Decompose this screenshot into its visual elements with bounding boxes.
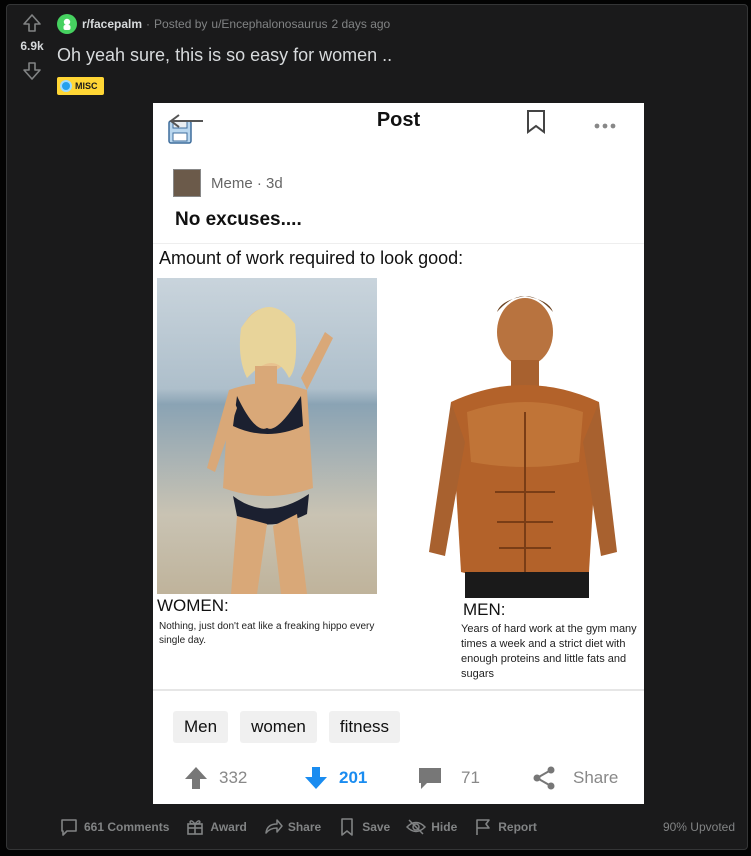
report-button[interactable]: Report (473, 817, 537, 837)
report-label: Report (498, 820, 537, 834)
flair-icon (60, 80, 72, 92)
gift-icon (187, 820, 204, 835)
save-label: Save (362, 820, 391, 834)
downvote-button[interactable] (20, 59, 44, 83)
embed-upvote: 332 (183, 765, 247, 791)
share-arrow-icon (265, 819, 283, 834)
embed-comments: 71 (417, 765, 480, 791)
embed-upvote-count: 332 (219, 768, 248, 787)
eye-slash-icon (406, 819, 427, 835)
flair-label: MISC (75, 81, 98, 91)
flag-icon (476, 819, 491, 835)
post-image[interactable]: Post Meme · 3d No excuses.... Amount of … (153, 103, 644, 804)
comments-button[interactable]: 661 Comments (59, 817, 169, 837)
meme-image: Amount of work required to look good: WO… (153, 243, 644, 691)
men-label: MEN: (463, 600, 506, 619)
post-card: 6.9k r/facepalm · Posted by u/Encephalon… (6, 4, 748, 850)
embed-author: Meme · 3d (173, 169, 283, 197)
embed-share: Share (531, 765, 618, 791)
embed-upvote-icon (185, 767, 207, 789)
downvote-arrow-icon (23, 62, 41, 80)
embed-downvote: 201 (303, 765, 367, 791)
post-action-bar: 661 Comments Award Share Save Hide Repor… (59, 813, 749, 841)
post-time: 2 days ago (331, 17, 391, 31)
flair-badge[interactable]: MISC (57, 77, 104, 95)
upvote-ratio: 90% Upvoted (662, 820, 735, 834)
vote-column: 6.9k (11, 11, 53, 83)
embed-comment-count: 71 (461, 768, 480, 787)
post-meta: r/facepalm · Posted by u/Encephalonosaur… (57, 13, 390, 35)
award-label: Award (210, 820, 247, 834)
award-button[interactable]: Award (185, 817, 247, 837)
embed-header: Post (153, 103, 644, 151)
author-link[interactable]: u/Encephalonosaurus (211, 17, 327, 31)
upvote-arrow-icon (23, 14, 41, 32)
embed-downvote-count: 201 (339, 768, 368, 787)
embed-header-title: Post (376, 109, 421, 131)
upvote-button[interactable] (20, 11, 44, 35)
embed-comment-icon (419, 768, 441, 789)
save-button[interactable]: Save (337, 817, 390, 837)
comments-label: 661 Comments (84, 820, 170, 834)
women-label: WOMEN: (157, 596, 229, 615)
bookmark-icon (341, 818, 354, 836)
embed-avatar (173, 169, 201, 197)
embed-bookmark-icon (525, 109, 547, 140)
embed-actions: 332 201 71 Share (153, 765, 644, 797)
embed-more-icon (593, 117, 617, 135)
embed-downvote-icon (305, 767, 327, 789)
vote-count: 6.9k (20, 39, 44, 53)
embed-author-line: Meme · 3d (211, 174, 283, 192)
woman-photo (157, 278, 377, 594)
subreddit-link[interactable]: r/facepalm (82, 17, 142, 31)
share-label: Share (287, 820, 322, 834)
hide-button[interactable]: Hide (406, 817, 457, 837)
hide-label: Hide (431, 820, 458, 834)
comment-icon (61, 819, 77, 836)
embed-share-label: Share (573, 768, 619, 787)
meta-separator: · (146, 17, 151, 31)
tag-men: Men (173, 711, 229, 743)
embed-share-icon (533, 766, 555, 790)
man-photo (421, 272, 621, 598)
facepalm-icon (63, 18, 71, 30)
men-caption: Years of hard work at the gym many times… (461, 623, 637, 680)
subreddit-icon[interactable] (57, 14, 77, 34)
tag-fitness: fitness (328, 711, 401, 743)
meme-heading: Amount of work required to look good: (159, 248, 464, 268)
embed-tags: Men women fitness (173, 711, 412, 743)
posted-by-label: Posted by (154, 17, 208, 31)
embed-post-title: No excuses.... (175, 209, 302, 230)
share-button[interactable]: Share (263, 817, 321, 837)
tag-women: women (240, 711, 317, 743)
women-caption: Nothing, just don't eat like a freaking … (159, 621, 375, 646)
post-title[interactable]: Oh yeah sure, this is so easy for women … (57, 45, 392, 66)
